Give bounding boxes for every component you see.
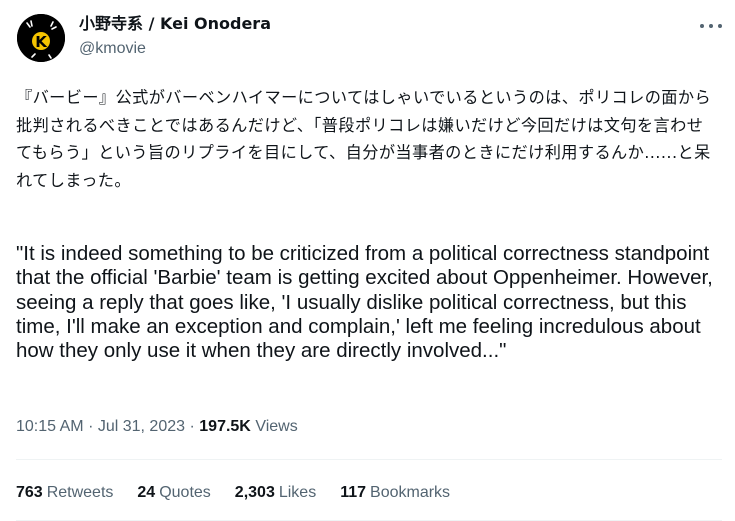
bookmarks-stat[interactable]: 117 Bookmarks <box>340 482 450 504</box>
tweet-text-japanese: 『バービー』公式がバーベンハイマーについてはしゃいでいるというのは、ポリコレの面… <box>16 88 712 190</box>
tweet: K 小野寺系 / Kei Onodera @kmovie 『バービー』公式がバー… <box>0 0 735 521</box>
bookmarks-count: 117 <box>340 484 367 501</box>
svg-text:K: K <box>35 33 48 51</box>
more-options-button[interactable] <box>700 16 722 36</box>
retweets-stat[interactable]: 763 Retweets <box>16 482 113 504</box>
tweet-meta: 10:15 AM · Jul 31, 2023 · 197.5K Views <box>16 416 298 438</box>
more-dot <box>718 24 722 28</box>
tweet-date: Jul 31, 2023 <box>97 418 186 435</box>
quotes-stat[interactable]: 24 Quotes <box>137 482 210 504</box>
divider <box>16 459 722 460</box>
likes-stat[interactable]: 2,303 Likes <box>235 482 316 504</box>
likes-count: 2,303 <box>234 484 275 501</box>
tweet-text-english: "It is indeed something to be criticized… <box>16 242 713 363</box>
views-count: 197.5K <box>199 418 251 435</box>
author-block: 小野寺系 / Kei Onodera @kmovie <box>79 13 271 60</box>
bookmarks-label: Bookmarks <box>370 484 451 501</box>
meta-separator: · <box>88 418 94 435</box>
engagement-stats: 763 Retweets 24 Quotes 2,303 Likes 117 Bookm… <box>16 482 474 504</box>
display-name[interactable]: 小野寺系 / Kei Onodera <box>79 13 271 35</box>
quotes-label: Quotes <box>159 484 211 501</box>
retweets-label: Retweets <box>46 484 114 501</box>
retweets-count: 763 <box>16 484 43 501</box>
timestamp-link[interactable]: 10:15 AM · Jul 31, 2023 <box>16 418 185 435</box>
avatar[interactable]: K <box>17 14 65 62</box>
avatar-k-logo: K <box>17 14 65 62</box>
meta-separator: · <box>189 418 195 435</box>
handle[interactable]: @kmovie <box>79 38 271 60</box>
more-dot <box>709 24 713 28</box>
likes-label: Likes <box>278 484 317 501</box>
views-label: Views <box>255 418 298 435</box>
tweet-time: 10:15 AM <box>16 418 84 435</box>
quotes-count: 24 <box>137 484 156 501</box>
more-horizontal-icon <box>700 24 704 28</box>
